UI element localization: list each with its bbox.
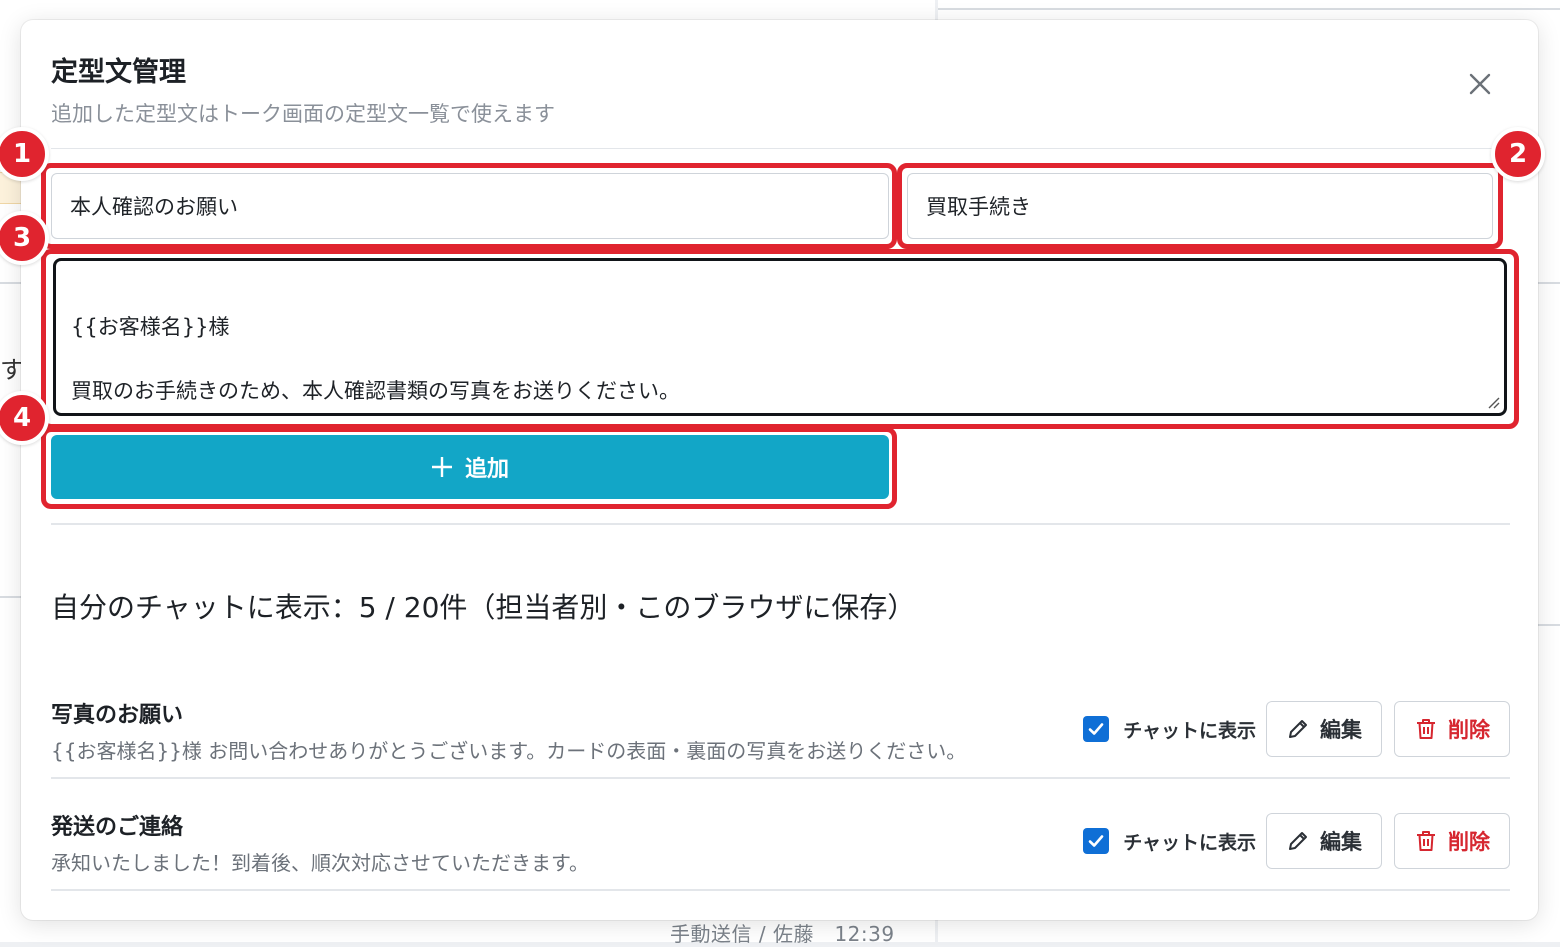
close-icon: [1469, 73, 1491, 95]
template-manager-modal: 定型文管理 追加した定型文はトーク画面の定型文一覧で使えます 本人確認のお願い …: [0, 20, 1545, 920]
edit-button[interactable]: 編集: [1266, 701, 1382, 757]
annotation-badge-3: 3: [0, 211, 49, 265]
template-item-title: 写真のお願い: [51, 703, 184, 728]
section-divider: [51, 523, 1510, 525]
template-item-body: 承知いたしました！到着後、順次対応させていただきます。: [51, 851, 589, 875]
background-message-meta: 手動送信 / 佐藤 12:39: [670, 922, 895, 946]
plus-icon: [431, 457, 452, 477]
header-divider: [51, 148, 1510, 149]
template-title-input[interactable]: 本人確認のお願い: [51, 173, 889, 239]
show-in-chat-label: チャットに表示: [1123, 719, 1256, 742]
delete-button[interactable]: 削除: [1394, 701, 1510, 757]
background-divider: [0, 596, 21, 598]
template-body-line: {{お客様名}}様: [71, 315, 230, 339]
modal-subtitle: 追加した定型文はトーク画面の定型文一覧で使えます: [51, 102, 555, 126]
check-icon: [1088, 835, 1104, 847]
annotation-badge-4: 4: [0, 391, 49, 445]
template-item-body: {{お客様名}}様 お問い合わせありがとうございます。カードの表面・裏面の写真を…: [51, 739, 967, 763]
template-body-line: 買取のお手続きのため、本人確認書類の写真をお送りください。: [71, 379, 680, 403]
template-list-item: 発送のご連絡 承知いたしました！到着後、順次対応させていただきます。 チャットに…: [51, 781, 1510, 891]
annotation-badge-1: 1: [0, 127, 49, 181]
show-in-chat-checkbox[interactable]: [1083, 716, 1110, 742]
modal-title: 定型文管理: [51, 57, 186, 88]
check-icon: [1088, 723, 1104, 735]
delete-button[interactable]: 削除: [1394, 813, 1510, 869]
delete-button-label: 削除: [1448, 830, 1490, 854]
background-divider: [0, 282, 21, 284]
background-divider: [1538, 282, 1560, 284]
resize-grip-icon[interactable]: [1486, 395, 1500, 409]
delete-button-label: 削除: [1448, 718, 1490, 742]
background-divider: [1538, 624, 1560, 626]
template-count-heading: 自分のチャットに表示：5 / 20件（担当者別・このブラウザに保存）: [51, 591, 916, 624]
add-button-label: 追加: [464, 457, 509, 482]
edit-button[interactable]: 編集: [1266, 813, 1382, 869]
show-in-chat-checkbox[interactable]: [1083, 828, 1110, 854]
template-category-input[interactable]: 買取手続き: [907, 173, 1493, 239]
trash-icon: [1417, 831, 1435, 851]
template-item-actions: チャットに表示 編集 削除: [1083, 701, 1510, 757]
edit-button-label: 編集: [1320, 718, 1362, 742]
show-in-chat-label: チャットに表示: [1123, 831, 1256, 854]
close-button[interactable]: [1462, 66, 1498, 102]
template-item-actions: チャットに表示 編集 削除: [1083, 813, 1510, 869]
annotation-badge-2: 2: [1491, 127, 1545, 181]
trash-icon: [1417, 719, 1435, 739]
template-list-item: 写真のお願い {{お客様名}}様 お問い合わせありがとうございます。カードの表面…: [51, 669, 1510, 779]
pencil-icon: [1289, 720, 1307, 738]
template-item-title: 発送のご連絡: [51, 815, 184, 840]
template-body-textarea[interactable]: {{お客様名}}様 買取のお手続きのため、本人確認書類の写真をお送りください。 …: [53, 258, 1507, 467]
background-divider: [938, 8, 1560, 10]
edit-button-label: 編集: [1320, 830, 1362, 854]
pencil-icon: [1289, 832, 1307, 850]
add-template-button[interactable]: 追加: [51, 435, 889, 499]
